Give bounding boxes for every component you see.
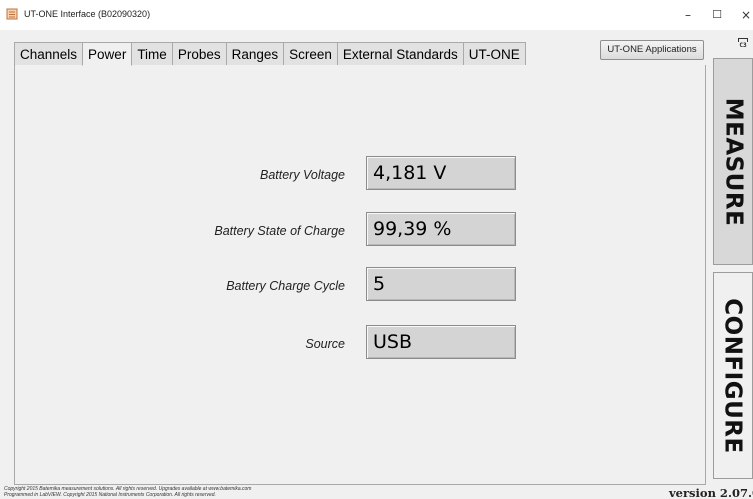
- tab-probes[interactable]: Probes: [171, 42, 227, 66]
- battery-soc-label: Battery State of Charge: [214, 224, 345, 238]
- measure-label: MEASURE: [720, 97, 746, 226]
- version-label: version 2.07.07: [669, 486, 753, 499]
- tab-ranges[interactable]: Ranges: [225, 42, 285, 66]
- window-title: UT-ONE Interface (B02090320): [24, 9, 151, 19]
- tab-ut-one[interactable]: UT-ONE: [462, 42, 526, 66]
- tab-time[interactable]: Time: [131, 42, 173, 66]
- source-display: USB: [366, 325, 516, 359]
- device-icon-label: C3: [739, 42, 747, 49]
- battery-voltage-display: 4,181 V: [366, 156, 516, 190]
- tab-screen[interactable]: Screen: [283, 42, 338, 66]
- source-label: Source: [305, 337, 345, 351]
- minimize-button[interactable]: –: [676, 5, 700, 25]
- configure-label: CONFIGURE: [720, 297, 746, 454]
- title-bar: UT-ONE Interface (B02090320) – ☐ ×: [0, 0, 753, 30]
- power-panel: Battery Voltage 4,181 V Battery State of…: [14, 65, 706, 485]
- battery-voltage-label: Battery Voltage: [259, 168, 345, 182]
- battery-soc-display: 99,39 %: [366, 212, 516, 246]
- configure-button[interactable]: CONFIGURE: [713, 272, 753, 479]
- copyright-line-2: Programmed in LabVIEW. Copyright 2015 Na…: [4, 492, 216, 498]
- tab-power[interactable]: Power: [82, 42, 133, 66]
- charge-cycle-display: 5: [366, 267, 516, 301]
- tab-external-standards[interactable]: External Standards: [336, 42, 464, 66]
- close-button[interactable]: ×: [734, 5, 753, 25]
- measure-button[interactable]: MEASURE: [713, 58, 753, 265]
- device-icon: C3: [736, 38, 750, 52]
- tab-strip: Channels Power Time Probes Ranges Screen…: [14, 42, 526, 66]
- app-icon: [6, 8, 18, 20]
- copyright-text: Copyright 2015 Batemika measurement solu…: [4, 486, 251, 498]
- tab-channels[interactable]: Channels: [14, 42, 84, 66]
- maximize-button[interactable]: ☐: [705, 5, 729, 25]
- charge-cycle-label: Battery Charge Cycle: [226, 279, 345, 293]
- applications-button[interactable]: UT-ONE Applications: [600, 40, 704, 60]
